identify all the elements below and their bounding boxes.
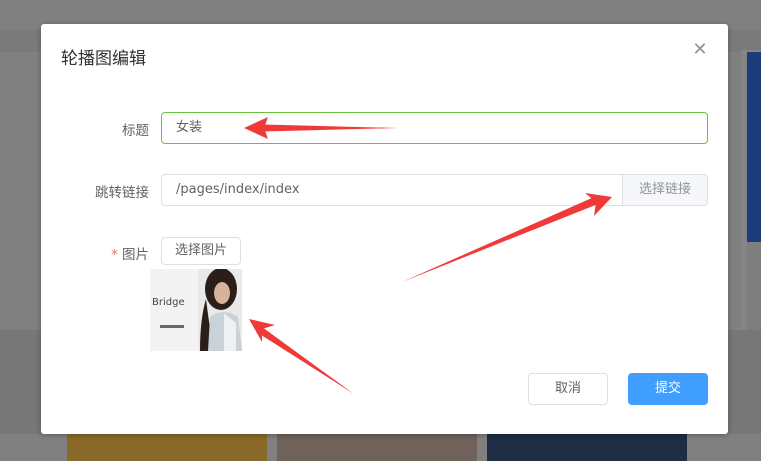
select-image-button[interactable]: 选择图片: [161, 237, 241, 265]
link-label: 跳转链接: [95, 185, 149, 201]
required-mark: *: [111, 247, 118, 263]
image-label-text: 图片: [122, 247, 149, 263]
carousel-edit-dialog: 轮播图编辑 ✕ 标题 女装 跳转链接 /pages/index/index 选择…: [41, 24, 728, 434]
thumbnail-picture: [150, 269, 242, 351]
background-banner: [747, 52, 761, 242]
submit-button[interactable]: 提交: [628, 373, 708, 405]
dialog-title: 轮播图编辑: [61, 49, 146, 69]
background-card: [747, 242, 761, 330]
link-input[interactable]: /pages/index/index: [161, 174, 623, 206]
title-label: 标题: [122, 123, 149, 139]
thumbnail-caption: Bridge: [152, 297, 185, 308]
cancel-button[interactable]: 取消: [528, 373, 608, 405]
title-input[interactable]: 女装: [161, 112, 708, 144]
background-photo-2: [277, 432, 477, 461]
close-icon[interactable]: ✕: [692, 41, 708, 59]
background-photo-1: [67, 432, 267, 461]
background-photo-3: [487, 432, 687, 461]
image-thumbnail[interactable]: Bridge: [150, 269, 242, 351]
image-label: * 图片: [49, 243, 149, 263]
select-link-button[interactable]: 选择链接: [622, 174, 708, 206]
